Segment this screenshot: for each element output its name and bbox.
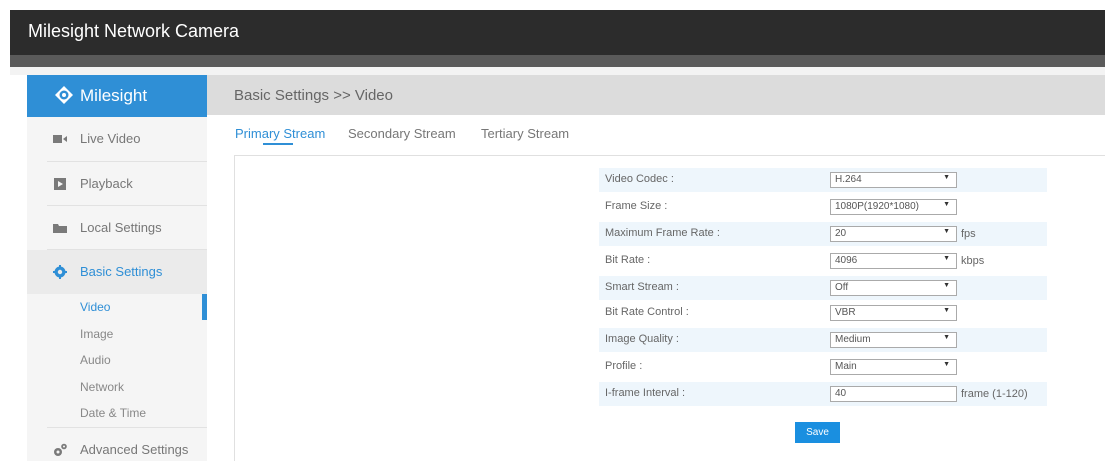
max-frame-rate-select[interactable]: 20 ▼ — [830, 226, 957, 242]
select-value: 20 — [835, 228, 847, 239]
dropdown-arrow-icon: ▼ — [943, 228, 950, 235]
brand-name: Milesight — [80, 86, 148, 105]
sidebar-subitem-video[interactable]: Video — [27, 294, 207, 320]
sidebar-subitem-label: Image — [80, 327, 114, 341]
select-value: Main — [835, 361, 857, 372]
dropdown-arrow-icon: ▼ — [943, 307, 950, 314]
video-camera-icon — [53, 135, 67, 143]
sidebar-subitem-audio[interactable]: Audio — [27, 347, 207, 373]
form-row-smart-stream: Smart Stream : Off ▼ — [599, 276, 1047, 300]
sidebar-subitem-image[interactable]: Image — [27, 321, 207, 347]
select-value: 1080P(1920*1080) — [835, 201, 919, 212]
sidebar-item-label: Playback — [80, 176, 133, 191]
select-value: H.264 — [835, 174, 862, 185]
active-tab-indicator — [263, 143, 293, 145]
sidebar-subitem-label: Date & Time — [80, 406, 147, 420]
field-label: Bit Rate Control : — [605, 306, 689, 318]
form-row-frame-size: Frame Size : 1080P(1920*1080) ▼ — [599, 195, 1047, 219]
field-label: I-frame Interval : — [605, 387, 686, 399]
dropdown-arrow-icon: ▼ — [943, 361, 950, 368]
smart-stream-select[interactable]: Off ▼ — [830, 280, 957, 296]
video-codec-select[interactable]: H.264 ▼ — [830, 172, 957, 188]
tab-tertiary-stream[interactable]: Tertiary Stream — [481, 126, 569, 141]
image-quality-select[interactable]: Medium ▼ — [830, 332, 957, 348]
sidebar: Milesight Live Video Playback Local Sett… — [27, 75, 207, 461]
sidebar-item-label: Live Video — [80, 131, 141, 146]
gear-icon — [53, 265, 67, 279]
app-title: Milesight Network Camera — [28, 21, 240, 41]
profile-select[interactable]: Main ▼ — [830, 359, 957, 375]
dropdown-arrow-icon: ▼ — [943, 282, 950, 289]
sidebar-subitem-label: Audio — [80, 353, 111, 367]
gears-icon — [54, 443, 67, 456]
save-button[interactable]: Save — [795, 422, 840, 443]
select-value: VBR — [835, 307, 856, 318]
form-row-iframe-interval: I-frame Interval : 40 frame (1-120) — [599, 382, 1047, 406]
title-divider — [10, 55, 1105, 67]
play-icon — [54, 178, 66, 190]
select-value: Medium — [835, 334, 871, 345]
sidebar-item-live-video[interactable]: Live Video — [27, 117, 207, 161]
unit-label: fps — [961, 228, 976, 240]
brand-logo[interactable]: Milesight — [27, 75, 207, 117]
sidebar-item-basic-settings[interactable]: Basic Settings — [27, 250, 207, 294]
field-label: Smart Stream : — [605, 281, 679, 293]
sidebar-item-label: Local Settings — [80, 220, 162, 235]
unit-label: frame (1-120) — [961, 388, 1028, 400]
dropdown-arrow-icon: ▼ — [943, 174, 950, 181]
sidebar-item-local-settings[interactable]: Local Settings — [27, 206, 207, 250]
field-label: Image Quality : — [605, 333, 679, 345]
select-value: Off — [835, 282, 849, 293]
app-title-bar: Milesight Network Camera — [10, 10, 1105, 55]
active-indicator — [202, 294, 207, 320]
field-label: Bit Rate : — [605, 254, 651, 266]
dropdown-arrow-icon: ▼ — [943, 255, 950, 262]
unit-label: kbps — [961, 255, 985, 267]
dropdown-arrow-icon: ▼ — [943, 201, 950, 208]
bit-rate-control-select[interactable]: VBR ▼ — [830, 305, 957, 321]
dropdown-arrow-icon: ▼ — [943, 334, 950, 341]
sidebar-subitem-label: Video — [80, 300, 111, 314]
form-row-max-frame-rate: Maximum Frame Rate : 20 ▼ fps — [599, 222, 1047, 246]
sidebar-item-advanced-settings[interactable]: Advanced Settings — [27, 428, 207, 461]
form-row-profile: Profile : Main ▼ — [599, 355, 1047, 379]
sidebar-subitem-network[interactable]: Network — [27, 374, 207, 400]
field-label: Maximum Frame Rate : — [605, 227, 720, 239]
sidebar-item-label: Basic Settings — [80, 264, 163, 279]
field-label: Frame Size : — [605, 200, 668, 212]
milesight-logo-icon — [55, 86, 73, 104]
sidebar-item-label: Advanced Settings — [80, 442, 189, 457]
select-value: 4096 — [835, 255, 858, 266]
title-gap — [10, 67, 1105, 75]
folder-icon — [53, 224, 67, 233]
field-label: Profile : — [605, 360, 643, 372]
tab-primary-stream[interactable]: Primary Stream — [235, 126, 325, 141]
sidebar-subitem-label: Network — [80, 380, 125, 394]
field-label: Video Codec : — [605, 173, 674, 185]
tab-secondary-stream[interactable]: Secondary Stream — [348, 126, 456, 141]
form-row-bit-rate: Bit Rate : 4096 ▼ kbps — [599, 249, 1047, 273]
page-header: Basic Settings >> Video — [207, 75, 1105, 115]
sidebar-subitem-date-time[interactable]: Date & Time — [27, 400, 207, 426]
breadcrumb: Basic Settings >> Video — [234, 87, 393, 104]
iframe-interval-input[interactable]: 40 — [830, 386, 957, 402]
form-row-video-codec: Video Codec : H.264 ▼ — [599, 168, 1047, 192]
frame-size-select[interactable]: 1080P(1920*1080) ▼ — [830, 199, 957, 215]
form-row-image-quality: Image Quality : Medium ▼ — [599, 328, 1047, 352]
bit-rate-select[interactable]: 4096 ▼ — [830, 253, 957, 269]
sidebar-item-playback[interactable]: Playback — [27, 162, 207, 206]
form-row-bit-rate-control: Bit Rate Control : VBR ▼ — [599, 301, 1047, 325]
